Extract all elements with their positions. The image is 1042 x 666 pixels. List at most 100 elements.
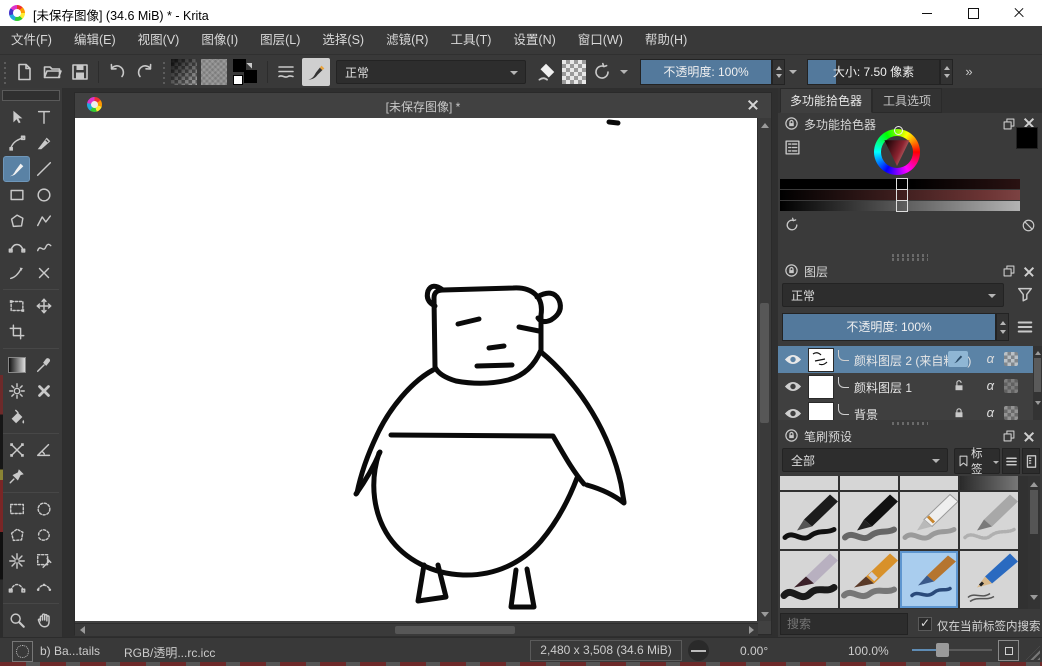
preset-ink-pen[interactable] (780, 492, 838, 549)
tool-polygon-select[interactable] (3, 522, 30, 548)
close-docker-button[interactable] (1022, 430, 1036, 444)
tool-similar-color-select[interactable] (3, 548, 30, 574)
lock-open-icon[interactable] (952, 379, 966, 393)
reload-dropdown-arrow[interactable] (616, 66, 632, 78)
color-bar-3[interactable] (780, 201, 1020, 211)
minimize-button[interactable] (904, 0, 950, 26)
horizontal-scroll-thumb[interactable] (395, 626, 515, 634)
menu-file[interactable]: 文件(F) (0, 26, 63, 54)
foreground-background-colors[interactable] (231, 58, 261, 86)
window-resize-grip[interactable] (1026, 646, 1040, 660)
selector-settings-icon[interactable] (784, 139, 801, 156)
maximize-button[interactable] (950, 0, 996, 26)
canvas-close-button[interactable] (745, 97, 761, 113)
tool-line[interactable] (30, 156, 57, 182)
layer-thumbnail[interactable] (808, 375, 834, 399)
visibility-eye-icon[interactable] (784, 380, 802, 393)
menu-filter[interactable]: 滤镜(R) (375, 26, 439, 54)
tool-measure[interactable] (30, 437, 57, 463)
selection-status-icon[interactable] (12, 641, 33, 662)
alpha-lock-icon[interactable]: α (987, 378, 994, 393)
status-rotation-angle[interactable]: 0.00° (740, 644, 768, 658)
color-wheel[interactable] (874, 129, 920, 175)
status-color-profile[interactable]: RGB/透明...rc.icc (124, 644, 215, 661)
tool-smart-patch[interactable] (30, 378, 57, 404)
tool-pan[interactable] (30, 607, 57, 633)
scroll-down-button[interactable] (758, 609, 771, 621)
tool-polyline[interactable] (30, 208, 57, 234)
tool-ellipse[interactable] (30, 182, 57, 208)
current-color-swatch[interactable] (1016, 127, 1038, 149)
docker-lock-icon[interactable] (784, 116, 799, 131)
layer-row[interactable]: 背景 α (778, 400, 1034, 420)
layer-row[interactable]: 颜料图层 2 (来自粘贴) α (778, 346, 1034, 374)
tool-magnetic-select[interactable] (30, 574, 57, 600)
preset-paint-brush-dark[interactable] (780, 551, 838, 608)
tool-zoom[interactable] (3, 607, 30, 633)
choose-brush-preset-button[interactable] (272, 58, 300, 86)
edit-brush-settings-button[interactable] (302, 58, 330, 86)
tool-pattern-edit[interactable] (3, 378, 30, 404)
gradient-selector[interactable] (171, 59, 197, 85)
menu-settings[interactable]: 设置(N) (502, 26, 566, 54)
preset-blue-pencil[interactable] (960, 551, 1018, 608)
zoom-slider[interactable] (912, 649, 992, 651)
preset-basic-wet-selected[interactable] (900, 551, 958, 608)
tool-gradient[interactable] (3, 352, 30, 378)
tool-rectangle[interactable] (3, 182, 30, 208)
opacity-dropdown-arrow[interactable] (785, 66, 801, 78)
canvas-rotation-dial[interactable] (688, 640, 709, 661)
eraser-mode-button[interactable] (532, 58, 560, 86)
visibility-eye-icon[interactable] (784, 407, 802, 420)
brush-size-spinner[interactable] (940, 59, 953, 85)
color-bar-1[interactable] (780, 179, 1020, 189)
menu-edit[interactable]: 编辑(E) (63, 26, 127, 54)
tool-freehand-path[interactable] (30, 234, 57, 260)
menu-view[interactable]: 视图(V) (127, 26, 191, 54)
tool-bezier-curve[interactable] (3, 234, 30, 260)
tool-bezier-select[interactable] (3, 574, 30, 600)
tool-freehand-select[interactable] (30, 522, 57, 548)
tool-fill[interactable] (3, 404, 30, 430)
canvas-horizontal-scrollbar[interactable] (75, 623, 758, 636)
preset-search-input[interactable] (780, 613, 908, 635)
preset-scrollbar[interactable] (1028, 476, 1040, 609)
layer-opacity-spinner[interactable] (996, 313, 1009, 341)
tool-assistants[interactable] (3, 437, 30, 463)
preset-paint-brush-orange[interactable] (840, 551, 898, 608)
preset-details-view-button[interactable] (1022, 448, 1040, 474)
menu-select[interactable]: 选择(S) (311, 26, 375, 54)
tool-reference-images[interactable] (3, 463, 30, 489)
preset-airbrush[interactable] (960, 476, 1018, 490)
layer-thumbnail[interactable] (808, 348, 834, 372)
save-button[interactable] (66, 58, 94, 86)
tool-rect-select[interactable] (3, 496, 30, 522)
canvas[interactable] (75, 118, 758, 621)
canvas-vertical-scrollbar[interactable] (757, 118, 771, 621)
layer-list-scrollbar[interactable] (1033, 346, 1042, 420)
tab-advanced-color-selector[interactable]: 多功能拾色器 (780, 88, 872, 113)
close-docker-button[interactable] (1022, 265, 1036, 279)
menu-image[interactable]: 图像(I) (190, 26, 249, 54)
presets-menu-button[interactable] (1002, 448, 1020, 474)
tool-color-picker[interactable] (30, 352, 57, 378)
layer-row[interactable]: 颜料图层 1 α (778, 373, 1034, 401)
tool-text[interactable] (30, 104, 57, 130)
inherit-alpha-icon[interactable] (1004, 406, 1018, 420)
preset-white-pen[interactable] (900, 492, 958, 549)
menu-window[interactable]: 窗口(W) (567, 26, 634, 54)
new-document-button[interactable] (10, 58, 38, 86)
opacity-slider[interactable]: 不透明度: 100% (640, 59, 772, 85)
reload-preset-button[interactable] (588, 58, 616, 86)
tool-edit-shapes[interactable] (3, 130, 30, 156)
layer-menu-icon[interactable] (1016, 318, 1034, 336)
layer-filter-icon[interactable] (1016, 285, 1034, 303)
toolbar-grip[interactable] (2, 60, 8, 84)
open-document-button[interactable] (38, 58, 66, 86)
tab-tool-options[interactable]: 工具选项 (872, 88, 942, 113)
preset-eraser-2[interactable] (840, 476, 898, 490)
toolbar-grip[interactable] (161, 60, 167, 84)
scroll-up-button[interactable] (758, 118, 771, 130)
toolbox-drag-handle[interactable] (2, 90, 60, 101)
zoom-slider-handle[interactable] (936, 643, 949, 657)
